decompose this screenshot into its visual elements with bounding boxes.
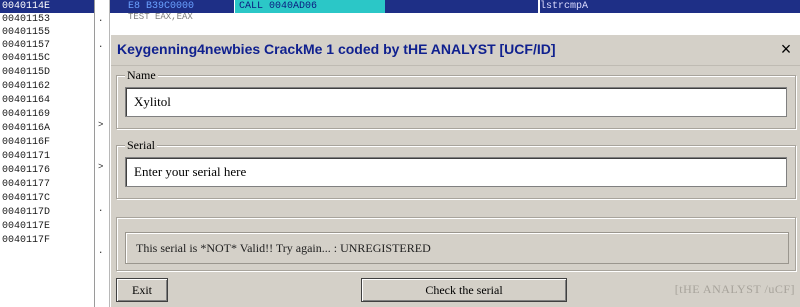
address: 00401176 (2, 165, 51, 176)
gutter-mark: . (98, 14, 104, 24)
gutter-mark: > (98, 162, 104, 172)
author-signature: [tHE ANALYST /uCF] (674, 282, 795, 296)
gutter-mark: > (98, 120, 104, 130)
crackme-dialog: Keygenning4newbies CrackMe 1 coded by tH… (110, 35, 800, 307)
gutter-mark: . (98, 246, 104, 256)
serial-input[interactable] (125, 157, 787, 187)
address: 00401169 (2, 109, 51, 120)
address: 00401171 (2, 151, 51, 162)
address-column: 0040114E 00401153 00401155 00401157 0040… (0, 0, 95, 307)
dialog-title: Keygenning4newbies CrackMe 1 coded by tH… (117, 41, 556, 57)
close-button[interactable]: × (777, 39, 795, 59)
serial-group: Serial (116, 138, 796, 199)
selected-address-row[interactable]: 0040114E (0, 0, 94, 13)
serial-label: Serial (125, 138, 157, 153)
address: 0040116A (2, 123, 51, 134)
jump-gutter: . . > > . . (95, 0, 110, 307)
address: 0040115C (2, 53, 51, 64)
status-panel: This serial is *NOT* Valid!! Try again..… (125, 232, 789, 264)
disassembly-row-selected[interactable]: E8 B39C0000 CALL 0040AD06 lstrcmpA (110, 0, 800, 13)
status-group: This serial is *NOT* Valid!! Try again..… (116, 217, 796, 271)
check-serial-button[interactable]: Check the serial (361, 278, 567, 302)
instruction-text: CALL 0040AD06 (239, 1, 318, 12)
address: 00401153 (2, 14, 51, 25)
call-highlight: CALL 0040AD06 (234, 0, 385, 13)
address: 0040117E (2, 221, 51, 232)
address: 0040117F (2, 235, 51, 246)
address: 00401177 (2, 179, 51, 190)
address: 00401157 (2, 40, 51, 51)
address: 00401164 (2, 95, 51, 106)
name-label: Name (125, 68, 158, 83)
address: 0040117D (2, 207, 51, 218)
address: 0040116F (2, 137, 51, 148)
instruction-text: TEST EAX,EAX (128, 12, 193, 22)
address: 00401155 (2, 27, 51, 38)
dialog-titlebar[interactable]: Keygenning4newbies CrackMe 1 coded by tH… (111, 35, 800, 66)
api-comment: lstrcmpA (540, 1, 589, 12)
name-input[interactable] (125, 87, 787, 117)
gutter-mark: . (98, 40, 104, 50)
exit-button[interactable]: Exit (116, 278, 168, 302)
status-message: This serial is *NOT* Valid!! Try again..… (136, 241, 431, 255)
address: 0040115D (2, 67, 51, 78)
address: 0040117C (2, 193, 51, 204)
address: 00401162 (2, 81, 51, 92)
name-group: Name (116, 68, 796, 129)
gutter-mark: . (98, 204, 104, 214)
address: 0040114E (2, 1, 51, 12)
